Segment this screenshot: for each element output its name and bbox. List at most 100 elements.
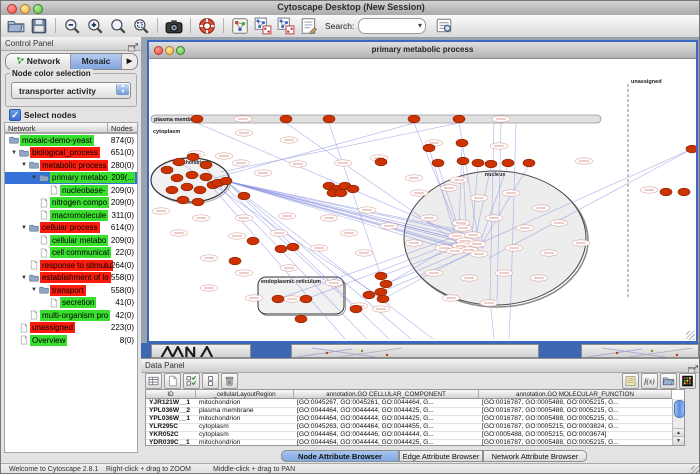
attribute-heatmap-button[interactable] bbox=[679, 373, 696, 389]
attribute-table-button[interactable] bbox=[145, 373, 162, 389]
graph-node[interactable] bbox=[377, 295, 389, 303]
tree-row-multi-organism-pro[interactable]: multi-organism pro42(0) bbox=[5, 309, 137, 322]
tab-network-attribute-browser[interactable]: Network Attribute Browser bbox=[483, 450, 587, 462]
graph-node[interactable] bbox=[408, 115, 420, 123]
vizmapper-button[interactable] bbox=[231, 17, 249, 35]
network-canvas[interactable]: plasma membranecytoplasmmitochondrionnuc… bbox=[149, 58, 696, 341]
tree-row-transport[interactable]: ▼transport558(0) bbox=[5, 284, 137, 297]
graph-node[interactable] bbox=[186, 171, 198, 179]
graph-node[interactable] bbox=[380, 280, 392, 288]
tree-row-primary-metabo[interactable]: ▼primary metabo209(... bbox=[5, 172, 137, 185]
graph-node[interactable] bbox=[432, 159, 444, 167]
graph-node[interactable] bbox=[523, 159, 535, 167]
tree-row-metabolic-process[interactable]: ▼metabolic process280(0) bbox=[5, 159, 137, 172]
graph-node[interactable] bbox=[200, 161, 212, 169]
app-resize-grip[interactable] bbox=[691, 466, 700, 474]
advanced-search-button[interactable] bbox=[435, 17, 453, 35]
tree-row-nucleobase-[interactable]: nucleobase-209(0) bbox=[5, 184, 137, 197]
function-builder-button[interactable]: f(x) bbox=[641, 373, 658, 389]
tree-row-mosaic-demo-yeast[interactable]: mosaic-demo-yeast874(0) bbox=[5, 134, 137, 147]
graph-node[interactable] bbox=[275, 245, 287, 253]
zoom-in-button[interactable] bbox=[86, 17, 104, 35]
graph-node[interactable] bbox=[660, 188, 672, 196]
network-window-titlebar[interactable]: primary metabolic process bbox=[149, 42, 696, 59]
tree-column-nodes[interactable]: Nodes bbox=[107, 122, 138, 133]
graph-node[interactable] bbox=[323, 115, 335, 123]
graph-node[interactable] bbox=[280, 115, 292, 123]
graph-node[interactable] bbox=[220, 177, 232, 185]
tab-edge-attribute-browser[interactable]: Edge Attribute Browser bbox=[399, 450, 483, 462]
background-window-fragment[interactable] bbox=[581, 344, 699, 358]
tree-row-establishment-of-lo[interactable]: ▼establishment of lo558(0) bbox=[5, 272, 137, 285]
search-input[interactable]: ▾ bbox=[358, 18, 426, 34]
data-panel-header[interactable]: Data Panel bbox=[141, 359, 700, 373]
tab-mosaic[interactable]: Mosaic bbox=[71, 54, 122, 69]
snapshot-button[interactable] bbox=[165, 17, 183, 35]
scrollbar-thumb[interactable] bbox=[674, 400, 685, 418]
import-attributes-button[interactable] bbox=[660, 373, 677, 389]
control-panel-header[interactable]: Control Panel bbox=[1, 37, 141, 51]
save-button[interactable] bbox=[30, 17, 48, 35]
unselect-attributes-button[interactable] bbox=[202, 373, 219, 389]
zoom-out-button[interactable] bbox=[63, 17, 81, 35]
search-dropdown-arrow-icon[interactable]: ▾ bbox=[418, 21, 422, 30]
delete-attribute-button[interactable] bbox=[221, 373, 238, 389]
graph-node[interactable] bbox=[347, 185, 359, 193]
graph-node[interactable] bbox=[453, 115, 465, 123]
graph-node[interactable] bbox=[472, 159, 484, 167]
tab-network[interactable]: Network bbox=[6, 54, 71, 69]
expand-arrow-icon[interactable]: ▼ bbox=[31, 172, 37, 185]
expand-arrow-icon[interactable]: ▼ bbox=[11, 147, 17, 160]
graph-node[interactable] bbox=[229, 257, 241, 265]
graph-node[interactable] bbox=[375, 158, 387, 166]
graph-node[interactable] bbox=[187, 153, 199, 161]
graph-node[interactable] bbox=[191, 115, 203, 123]
graph-node[interactable] bbox=[686, 145, 696, 153]
tree-column-network[interactable]: Network bbox=[4, 122, 108, 133]
graph-node[interactable] bbox=[161, 166, 173, 174]
table-column-header[interactable]: _cellularLayoutRegion bbox=[196, 390, 294, 399]
graph-node[interactable] bbox=[181, 183, 193, 191]
graph-node[interactable] bbox=[363, 291, 375, 299]
float-panel-icon[interactable] bbox=[128, 39, 138, 48]
zoom-fit-button[interactable] bbox=[109, 17, 127, 35]
expand-arrow-icon[interactable]: ▼ bbox=[31, 284, 37, 297]
scroll-down-button[interactable]: ▼ bbox=[673, 436, 684, 445]
graph-node[interactable] bbox=[678, 188, 690, 196]
select-nodes-checkbox[interactable]: ✓ bbox=[9, 109, 21, 121]
tree-row-cell-communicat[interactable]: cell communicat22(0) bbox=[5, 247, 137, 260]
graph-node[interactable] bbox=[173, 158, 185, 166]
float-panel-icon[interactable] bbox=[688, 361, 698, 370]
attribute-notes-button[interactable] bbox=[622, 373, 639, 389]
tree-row-biological-process[interactable]: ▼biological_process651(0) bbox=[5, 147, 137, 160]
background-window-fragment[interactable] bbox=[291, 344, 539, 358]
region-plasma-membrane[interactable] bbox=[151, 115, 601, 123]
graph-node[interactable] bbox=[177, 196, 189, 204]
graph-node[interactable] bbox=[423, 144, 435, 152]
graph-node[interactable] bbox=[485, 160, 497, 168]
tree-row-overview[interactable]: Overview8(0) bbox=[5, 334, 137, 347]
tree-row-secretion[interactable]: secretion41(0) bbox=[5, 297, 137, 310]
graph-node[interactable] bbox=[200, 173, 212, 181]
table-scrollbar[interactable]: ▲ ▼ bbox=[672, 399, 684, 445]
graph-node[interactable] bbox=[295, 315, 307, 323]
open-button[interactable] bbox=[7, 17, 25, 35]
window-titlebar[interactable]: Cytoscape Desktop (New Session) bbox=[1, 1, 700, 16]
graph-node[interactable] bbox=[238, 192, 250, 200]
tree-row-macromolecule[interactable]: macromolecule311(0) bbox=[5, 209, 137, 222]
network-view-window[interactable]: primary metabolic process plasma membran… bbox=[147, 40, 698, 343]
node-color-dropdown[interactable]: transporter activity ▲▼ bbox=[11, 82, 131, 99]
annotation-button[interactable] bbox=[300, 17, 318, 35]
graph-node[interactable] bbox=[456, 139, 468, 147]
background-window-fragment[interactable] bbox=[151, 344, 251, 358]
more-tabs-arrow-icon[interactable]: ▶ bbox=[122, 54, 137, 69]
expand-arrow-icon[interactable]: ▼ bbox=[21, 159, 27, 172]
network-overlay-a-button[interactable] bbox=[254, 17, 272, 35]
table-column-header[interactable]: ID bbox=[146, 390, 196, 399]
tree-row-response-to-stimulu[interactable]: response to stimulu264(0) bbox=[5, 259, 137, 272]
graph-node[interactable] bbox=[300, 295, 312, 303]
select-attributes-button[interactable] bbox=[183, 373, 200, 389]
tree-row-unassigned[interactable]: unassigned223(0) bbox=[5, 322, 137, 335]
graph-node[interactable] bbox=[335, 189, 347, 197]
expand-arrow-icon[interactable]: ▼ bbox=[21, 272, 27, 285]
